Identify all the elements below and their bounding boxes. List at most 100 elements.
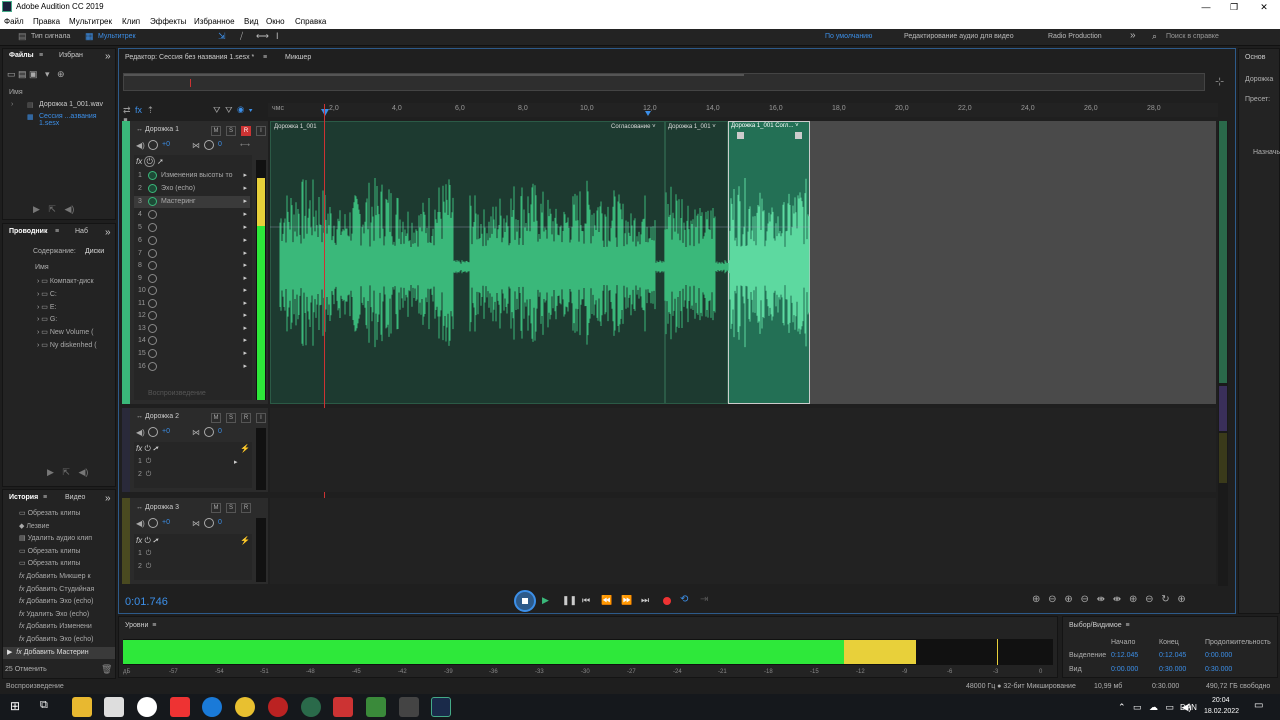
track-1-pan-value[interactable]: 0 — [218, 141, 222, 148]
history-item[interactable]: fx Добавить Эхо (echo) — [3, 634, 115, 647]
tab-editor[interactable]: Редактор: Сессия без названия 1.sesx * — [125, 54, 254, 68]
track-2-solo-button[interactable]: S — [226, 413, 236, 423]
history-item[interactable]: ◆ Лезвие — [3, 521, 115, 534]
tab-files[interactable]: Файлы — [9, 52, 34, 66]
vertical-scrollbar[interactable] — [1218, 121, 1228, 586]
workspace-radio[interactable]: Radio Production — [1048, 33, 1102, 40]
chrome-icon[interactable] — [235, 697, 255, 717]
track-3-solo-button[interactable]: S — [226, 503, 236, 513]
track-2-fx-slot[interactable]: 2 ⏻ — [138, 471, 151, 479]
track-3-fx-slot[interactable]: 2 ⏻ — [138, 563, 151, 571]
history-item[interactable]: fx Добавить Изменени — [3, 621, 115, 634]
menu-multitrack[interactable]: Мультитрек — [69, 17, 112, 26]
track-1-fx-slot[interactable]: 7 ▸ — [134, 248, 250, 260]
zoom-navigator-icon[interactable]: ⊹ — [1215, 75, 1224, 88]
menu-favorites[interactable]: Избранное — [194, 17, 235, 26]
track-1-fx-slot[interactable]: 12 ▸ — [134, 310, 250, 322]
time-ruler[interactable]: чмс 2,0 4,0 6,0 8,0 10,0 12,0 14,0 16,0 … — [268, 103, 1218, 117]
skip-forward-button[interactable]: ⏭ — [641, 595, 649, 606]
trash-icon[interactable]: 🗑 — [101, 664, 112, 675]
track-3-pan-knob[interactable] — [204, 518, 214, 528]
workspace-default[interactable]: По умолчанию — [825, 33, 872, 40]
track-1-volume-knob[interactable] — [148, 140, 158, 150]
selection-end[interactable]: 0:12.045 — [1159, 652, 1186, 659]
playhead-marker[interactable] — [321, 109, 329, 116]
track-1-mute-button[interactable]: M — [211, 126, 221, 136]
track-3-pan-value[interactable]: 0 — [218, 519, 222, 526]
zoom-controls[interactable]: ⊕ ⊖ ⊕ ⊖ ⇼ ⇼ ⊕ ⊖ ↻ ⊕ — [1032, 594, 1186, 605]
history-menu-icon[interactable]: ≡ — [43, 494, 47, 508]
view-start[interactable]: 0:00.000 — [1111, 666, 1138, 673]
panel-expand-icon[interactable]: » — [105, 51, 111, 65]
menu-file[interactable]: Файл — [4, 17, 24, 26]
history-item[interactable]: fx Добавить Студийная — [3, 584, 115, 597]
track-1-name[interactable]: ↔ Дорожка 1 — [136, 126, 179, 133]
workspace-video[interactable]: Редактирование аудио для видео — [904, 33, 1014, 40]
file-explorer-icon[interactable] — [72, 697, 92, 717]
selection-duration[interactable]: 0:00.000 — [1205, 652, 1232, 659]
help-search-input[interactable]: Поиск в справке — [1166, 33, 1219, 40]
view-end[interactable]: 0:30.000 — [1159, 666, 1186, 673]
editor-menu-icon[interactable]: ≡ — [263, 54, 267, 68]
app-icon[interactable] — [399, 697, 419, 717]
explorer-menu-icon[interactable]: ≡ — [55, 228, 59, 242]
track-3-record-button[interactable]: R — [241, 503, 251, 513]
track-3-volume-value[interactable]: +0 — [162, 519, 170, 526]
menu-help[interactable]: Справка — [295, 17, 326, 26]
history-item[interactable]: fx Добавить Эхо (echo) — [3, 596, 115, 609]
files-menu-icon[interactable]: ≡ — [39, 52, 43, 66]
track-3-lane[interactable] — [270, 498, 1216, 584]
drive-item[interactable]: › ▭ G: — [37, 314, 97, 327]
track-1-fx-slot[interactable]: 9 ▸ — [134, 273, 250, 285]
move-tool-icon[interactable]: ⇲ — [218, 31, 226, 42]
history-item[interactable]: fx Добавить Микшер к — [3, 571, 115, 584]
notification-icon[interactable]: ▭ — [1254, 700, 1263, 711]
track-2-pan-value[interactable]: 0 — [218, 428, 222, 435]
selection-title[interactable]: Выбор/Видимое ≡ — [1069, 622, 1130, 629]
track-1-fx-slot[interactable]: 2 Эхо (echo) ▸ — [134, 183, 250, 195]
app-icon[interactable] — [268, 697, 288, 717]
razor-tool-icon[interactable]: ⧸ — [240, 31, 243, 42]
keyboard-language[interactable]: DAN — [1180, 703, 1197, 712]
track-filter-tools[interactable]: ⛛ ⛛ ◉ ▾ — [213, 105, 253, 116]
track-1-fx-slot[interactable]: 16 ▸ — [134, 361, 250, 373]
time-display[interactable]: 0:01.746 — [125, 596, 168, 608]
clock-time[interactable]: 20:04 — [1212, 697, 1230, 704]
track-1-fx-slot[interactable]: 15 ▸ — [134, 348, 250, 360]
tab-history[interactable]: История — [9, 494, 38, 508]
audition-taskbar-icon[interactable] — [431, 697, 451, 717]
history-item[interactable]: ▤ Удалить аудио клип — [3, 533, 115, 546]
track-1-monitor-button[interactable]: I — [256, 126, 266, 136]
loop-button[interactable]: ⟲ — [680, 594, 688, 605]
track-2-mute-button[interactable]: M — [211, 413, 221, 423]
file-item[interactable]: › ▤ Дорожка 1_001.wav — [5, 101, 115, 112]
selection-marker[interactable] — [645, 111, 651, 116]
history-item[interactable]: ▭ Обрезать клипы — [3, 546, 115, 559]
app-icon[interactable] — [333, 697, 353, 717]
yandex-browser-icon[interactable] — [170, 697, 190, 717]
close-button[interactable]: ✕ — [1254, 0, 1274, 14]
track-2-name[interactable]: ↔ Дорожка 2 — [136, 413, 179, 420]
menu-clip[interactable]: Клип — [122, 17, 140, 26]
pause-button[interactable]: ❚❚ — [562, 595, 577, 606]
track-1-fx-slot[interactable]: 1 Изменения высоты то ▸ — [134, 170, 250, 182]
windows-start-icon[interactable]: ⊞ — [10, 699, 20, 713]
track-3-fx-slot[interactable]: 1 ⏻ — [138, 550, 151, 558]
multitrack-view-button[interactable]: Мультитрек — [98, 33, 136, 40]
track-3-name[interactable]: ↔ Дорожка 3 — [136, 504, 179, 511]
track-1-fx-slot[interactable]: 11 ▸ — [134, 298, 250, 310]
drive-item[interactable]: › ▭ Компакт-диск — [37, 276, 97, 289]
history-item[interactable]: ▭ Обрезать клипы — [3, 508, 115, 521]
track-1-fx-slot[interactable]: 8 ▸ — [134, 260, 250, 272]
fx-lightning-icon[interactable]: ⚡ — [240, 536, 250, 545]
skip-selection-button[interactable]: ⇥ — [700, 594, 708, 605]
history-item[interactable]: ▭ Обрезать клипы — [3, 558, 115, 571]
track-2-volume-value[interactable]: +0 — [162, 428, 170, 435]
track-2-lane[interactable] — [270, 408, 1216, 492]
tab-media-browser[interactable]: Наб — [75, 228, 88, 242]
track-1-fx-slot-selected[interactable]: 3 Мастеринг ▸ — [134, 196, 250, 208]
view-duration[interactable]: 0:30.000 — [1205, 666, 1232, 673]
store-icon[interactable] — [104, 697, 124, 717]
panel-expand-icon[interactable]: » — [105, 493, 111, 507]
minimize-button[interactable]: — — [1196, 0, 1216, 14]
